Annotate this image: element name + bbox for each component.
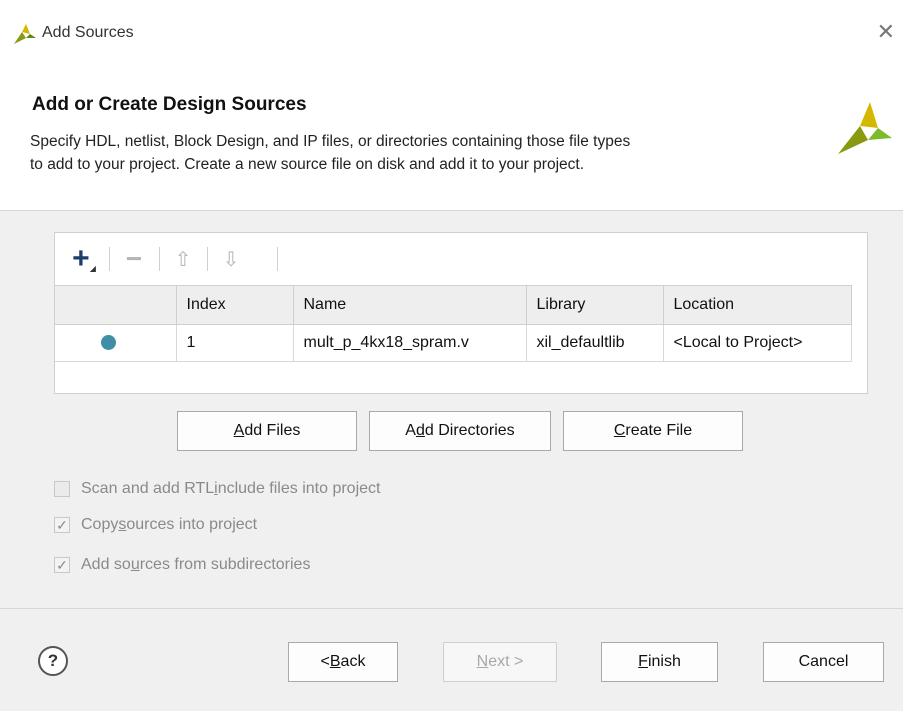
cancel-label: Cancel bbox=[798, 653, 849, 670]
location-cell: <Local to Project> bbox=[662, 324, 852, 362]
column-header-status[interactable] bbox=[55, 285, 177, 325]
title-bar: Add Sources ✕ bbox=[0, 0, 903, 62]
finish-mnemonic: F bbox=[638, 653, 648, 670]
column-header-library[interactable]: Library bbox=[525, 285, 664, 325]
page-description: Specify HDL, netlist, Block Design, and … bbox=[30, 133, 631, 173]
finish-button[interactable]: Finish bbox=[601, 642, 718, 682]
add-directories-button[interactable]: Add Directories bbox=[369, 411, 551, 451]
cancel-button[interactable]: Cancel bbox=[763, 642, 884, 682]
add-files-button[interactable]: Add Files bbox=[177, 411, 357, 451]
scan-rtl-include-checkbox[interactable] bbox=[54, 481, 70, 497]
add-files-mnemonic: A bbox=[233, 422, 245, 439]
add-directories-label-post: d Directories bbox=[424, 422, 515, 439]
option-label-mnemonic: s bbox=[118, 516, 127, 533]
dropdown-corner-icon: ◢ bbox=[89, 263, 96, 273]
minus-icon: − bbox=[125, 243, 143, 274]
option-label-post: ources into project bbox=[126, 516, 258, 533]
toolbar-separator bbox=[159, 247, 160, 271]
add-source-button[interactable]: + ◢ bbox=[65, 239, 103, 279]
footer-divider bbox=[0, 608, 903, 609]
add-subdirectories-option[interactable]: ✓ Add so u rces from subdirectories bbox=[54, 556, 310, 574]
add-directories-label-pre: A bbox=[405, 422, 416, 439]
library-cell[interactable]: xil_defaultlib bbox=[525, 324, 664, 362]
column-header-name[interactable]: Name bbox=[292, 285, 527, 325]
option-label-pre: Scan and add RTL bbox=[81, 480, 215, 497]
option-label-pre: Copy bbox=[81, 516, 119, 533]
vivado-logo-icon bbox=[14, 24, 36, 44]
finish-label-post: inish bbox=[647, 653, 681, 670]
option-label-post: nclude files into project bbox=[217, 480, 381, 497]
add-subdirectories-checkbox[interactable]: ✓ bbox=[54, 557, 70, 573]
move-down-button[interactable]: ⇩ bbox=[217, 239, 245, 279]
create-file-button[interactable]: Create File bbox=[563, 411, 743, 451]
toolbar-separator bbox=[207, 247, 208, 271]
arrow-up-icon: ⇧ bbox=[174, 248, 192, 271]
window-title: Add Sources bbox=[42, 24, 134, 41]
table-row[interactable]: 1 mult_p_4kx18_spram.v xil_defaultlib <L… bbox=[55, 324, 852, 362]
help-button[interactable]: ? bbox=[38, 646, 68, 676]
option-label-post: rces from subdirectories bbox=[139, 556, 311, 573]
remove-source-button[interactable]: − bbox=[119, 239, 149, 279]
back-mnemonic: B bbox=[329, 653, 341, 670]
back-label-pre: < bbox=[320, 653, 330, 670]
page-title: Add or Create Design Sources bbox=[32, 94, 307, 115]
create-file-mnemonic: C bbox=[613, 422, 626, 439]
toolbar-separator bbox=[277, 247, 278, 271]
option-label-mnemonic: u bbox=[130, 556, 140, 573]
table-header-row: Index Name Library Location bbox=[55, 285, 852, 325]
question-mark-icon: ? bbox=[47, 651, 59, 670]
vivado-logo-icon bbox=[838, 102, 892, 154]
close-icon[interactable]: ✕ bbox=[877, 20, 895, 44]
create-file-label-post: reate File bbox=[625, 422, 693, 439]
next-mnemonic: N bbox=[476, 653, 489, 670]
sources-table: Index Name Library Location 1 mult_p_4kx… bbox=[55, 285, 852, 362]
sources-panel: + ◢ − ⇧ ⇩ Index Name Library Location 1 … bbox=[54, 232, 868, 394]
status-cell bbox=[55, 324, 177, 362]
wizard-header: Add or Create Design Sources Specify HDL… bbox=[0, 62, 903, 211]
next-label-post: ext > bbox=[488, 653, 524, 670]
status-dot-icon bbox=[101, 335, 116, 351]
option-label-pre: Add so bbox=[81, 556, 131, 573]
copy-sources-option[interactable]: ✓ Copy s ources into project bbox=[54, 516, 257, 534]
copy-sources-checkbox[interactable]: ✓ bbox=[54, 517, 70, 533]
back-label-post: ack bbox=[340, 653, 366, 670]
toolbar-separator bbox=[109, 247, 110, 271]
index-cell: 1 bbox=[175, 324, 294, 362]
next-button[interactable]: Next > bbox=[443, 642, 557, 682]
add-files-label-post: dd Files bbox=[244, 422, 301, 439]
column-header-index[interactable]: Index bbox=[175, 285, 294, 325]
scan-rtl-include-option[interactable]: Scan and add RTL i nclude files into proj… bbox=[54, 480, 380, 498]
name-cell: mult_p_4kx18_spram.v bbox=[292, 324, 527, 362]
back-button[interactable]: < Back bbox=[288, 642, 398, 682]
move-up-button[interactable]: ⇧ bbox=[169, 239, 197, 279]
arrow-down-icon: ⇩ bbox=[222, 248, 240, 271]
add-directories-mnemonic: d bbox=[415, 422, 425, 439]
column-header-location[interactable]: Location bbox=[662, 285, 852, 325]
plus-icon: + bbox=[72, 242, 90, 275]
